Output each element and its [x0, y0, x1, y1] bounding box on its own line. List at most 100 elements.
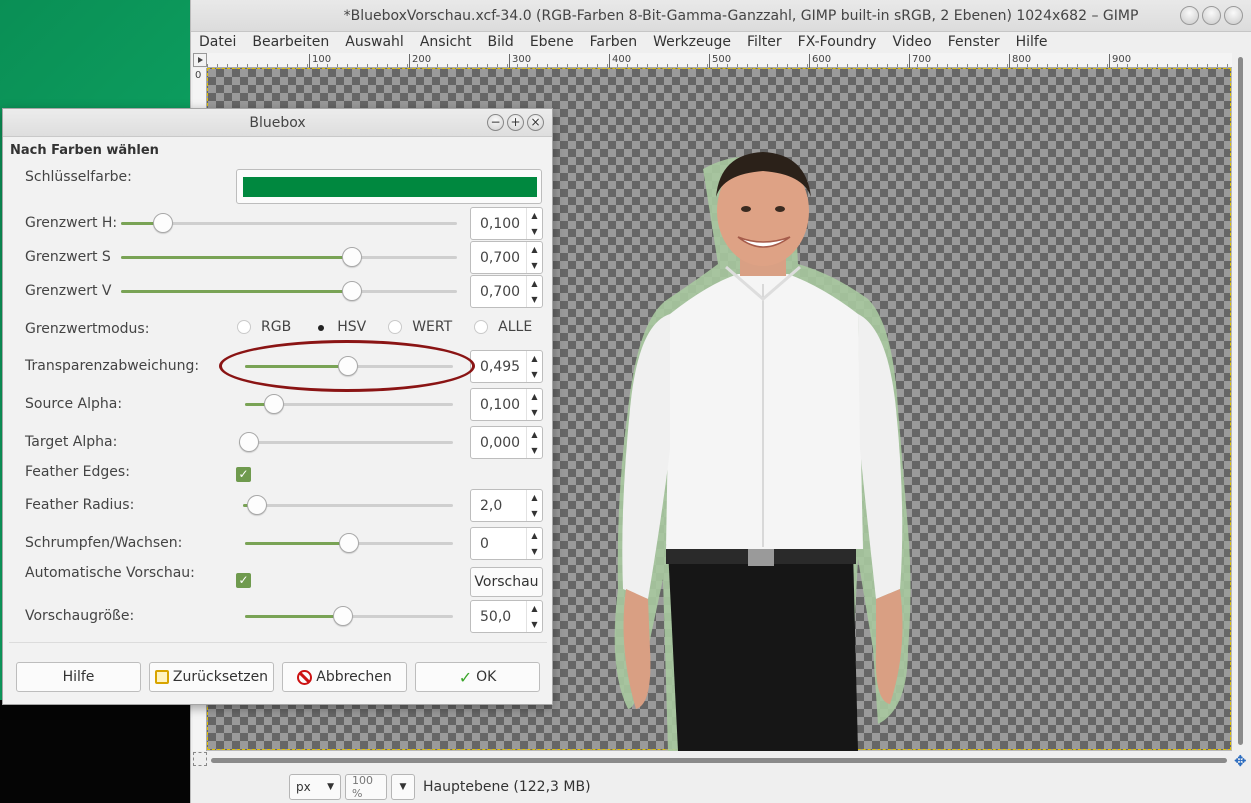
- radio-rgb[interactable]: RGB: [237, 319, 291, 335]
- increment-arrow-icon[interactable]: ▲: [527, 242, 542, 258]
- menu-fx-foundry[interactable]: FX-Foundry: [790, 32, 885, 52]
- radio-dot[interactable]: [313, 320, 327, 334]
- radio-dot[interactable]: [237, 320, 251, 334]
- close-button[interactable]: [1224, 6, 1243, 25]
- scroll-thumb[interactable]: [1238, 57, 1243, 745]
- ok-button[interactable]: ✓ OK: [415, 662, 540, 692]
- shrink-grow-spinbox[interactable]: 0 ▲ ▼: [470, 527, 543, 560]
- slider-knob[interactable]: [239, 432, 259, 452]
- radio-label: WERT: [412, 319, 453, 335]
- scroll-thumb[interactable]: [211, 758, 1227, 763]
- menu-ebene[interactable]: Ebene: [522, 32, 582, 52]
- menu-ansicht[interactable]: Ansicht: [412, 32, 480, 52]
- threshold-s-spinbox[interactable]: 0,700 ▲ ▼: [470, 241, 543, 274]
- minimize-button[interactable]: [1180, 6, 1199, 25]
- radio-alle[interactable]: ALLE: [474, 319, 532, 335]
- increment-arrow-icon[interactable]: ▲: [527, 490, 542, 506]
- decrement-arrow-icon[interactable]: ▼: [527, 224, 542, 240]
- radio-hsv[interactable]: HSV: [313, 319, 366, 335]
- menu-bearbeiten[interactable]: Bearbeiten: [244, 32, 337, 52]
- reset-button[interactable]: Zurücksetzen: [149, 662, 274, 692]
- increment-arrow-icon[interactable]: ▲: [527, 351, 542, 367]
- cancel-icon: [297, 669, 313, 685]
- ruler-menu-button[interactable]: [193, 53, 207, 67]
- decrement-arrow-icon[interactable]: ▼: [527, 405, 542, 421]
- auto-preview-checkbox[interactable]: ✓: [236, 573, 251, 588]
- slider-knob[interactable]: [263, 394, 284, 414]
- decrement-arrow-icon[interactable]: ▼: [527, 367, 542, 383]
- increment-arrow-icon[interactable]: ▲: [527, 276, 542, 292]
- horizontal-scrollbar[interactable]: [207, 751, 1232, 769]
- slider-knob[interactable]: [342, 247, 363, 267]
- threshold-h-spinbox[interactable]: 0,100 ▲ ▼: [470, 207, 543, 240]
- feather-radius-slider[interactable]: [243, 495, 453, 515]
- slider-knob[interactable]: [333, 606, 354, 626]
- slider-knob[interactable]: [152, 213, 173, 233]
- shrink-grow-label: Schrumpfen/Wachsen:: [25, 535, 183, 551]
- minimize-button[interactable]: −: [487, 114, 504, 131]
- maximize-button[interactable]: +: [507, 114, 524, 131]
- threshold-v-spinbox[interactable]: 0,700 ▲ ▼: [470, 275, 543, 308]
- menu-hilfe[interactable]: Hilfe: [1008, 32, 1056, 52]
- transparency-spinbox[interactable]: 0,495 ▲ ▼: [470, 350, 543, 383]
- target-alpha-slider[interactable]: [239, 432, 453, 452]
- radio-dot[interactable]: [474, 320, 489, 334]
- shrink-grow-slider[interactable]: [245, 533, 453, 553]
- radio-wert[interactable]: WERT: [388, 319, 452, 335]
- zoom-input[interactable]: 100 %: [345, 773, 387, 800]
- increment-arrow-icon[interactable]: ▲: [527, 389, 542, 405]
- menu-video[interactable]: Video: [884, 32, 939, 52]
- dialog-titlebar[interactable]: Bluebox − + ×: [3, 109, 552, 137]
- decrement-arrow-icon[interactable]: ▼: [527, 506, 542, 522]
- source-alpha-spinbox[interactable]: 0,100 ▲ ▼: [470, 388, 543, 421]
- decrement-arrow-icon[interactable]: ▼: [527, 292, 542, 308]
- preview-size-spinbox[interactable]: 50,0 ▲ ▼: [470, 600, 543, 633]
- threshold-s-slider[interactable]: [121, 247, 457, 267]
- zoom-dropdown-button[interactable]: ▼: [391, 773, 415, 800]
- key-color-swatch: [243, 177, 537, 197]
- ruler-label: 500: [709, 54, 731, 68]
- threshold-v-slider[interactable]: [121, 281, 457, 301]
- quick-mask-icon[interactable]: [193, 752, 207, 766]
- decrement-arrow-icon[interactable]: ▼: [527, 544, 542, 560]
- preview-button[interactable]: Vorschau: [470, 567, 543, 597]
- key-color-button[interactable]: [236, 169, 542, 204]
- increment-arrow-icon[interactable]: ▲: [527, 528, 542, 544]
- horizontal-ruler[interactable]: 100 200 300 400 500 600 700 800 900: [207, 53, 1232, 68]
- unit-select[interactable]: px ▼: [289, 773, 341, 800]
- radio-label: HSV: [337, 319, 367, 335]
- checkmark-icon: ✓: [458, 667, 473, 687]
- source-alpha-slider[interactable]: [245, 394, 453, 414]
- ruler-label: 0: [195, 70, 202, 81]
- slider-knob[interactable]: [339, 533, 359, 553]
- navigate-icon[interactable]: ✥: [1234, 752, 1247, 770]
- decrement-arrow-icon[interactable]: ▼: [527, 258, 542, 274]
- close-button[interactable]: ×: [527, 114, 544, 131]
- menu-datei[interactable]: Datei: [199, 32, 244, 52]
- target-alpha-spinbox[interactable]: 0,000 ▲ ▼: [470, 426, 543, 459]
- increment-arrow-icon[interactable]: ▲: [527, 601, 542, 617]
- menu-auswahl[interactable]: Auswahl: [337, 32, 412, 52]
- radio-dot[interactable]: [388, 320, 403, 334]
- maximize-button[interactable]: [1202, 6, 1221, 25]
- help-button[interactable]: Hilfe: [16, 662, 141, 692]
- menu-bild[interactable]: Bild: [480, 32, 522, 52]
- menu-filter[interactable]: Filter: [739, 32, 790, 52]
- menu-fenster[interactable]: Fenster: [940, 32, 1008, 52]
- cancel-button[interactable]: Abbrechen: [282, 662, 407, 692]
- feather-radius-spinbox[interactable]: 2,0 ▲ ▼: [470, 489, 543, 522]
- slider-knob[interactable]: [246, 495, 267, 515]
- menu-farben[interactable]: Farben: [582, 32, 645, 52]
- slider-knob[interactable]: [342, 281, 363, 301]
- gimp-titlebar[interactable]: *BlueboxVorschau.xcf-34.0 (RGB-Farben 8-…: [191, 0, 1251, 32]
- decrement-arrow-icon[interactable]: ▼: [527, 617, 542, 633]
- decrement-arrow-icon[interactable]: ▼: [527, 443, 542, 459]
- increment-arrow-icon[interactable]: ▲: [527, 427, 542, 443]
- menu-werkzeuge[interactable]: Werkzeuge: [645, 32, 739, 52]
- preview-size-slider[interactable]: [245, 606, 453, 626]
- threshold-h-slider[interactable]: [121, 213, 457, 233]
- feather-edges-checkbox[interactable]: ✓: [236, 467, 251, 482]
- increment-arrow-icon[interactable]: ▲: [527, 208, 542, 224]
- vertical-scrollbar[interactable]: [1232, 53, 1250, 751]
- window-controls: [1180, 6, 1243, 25]
